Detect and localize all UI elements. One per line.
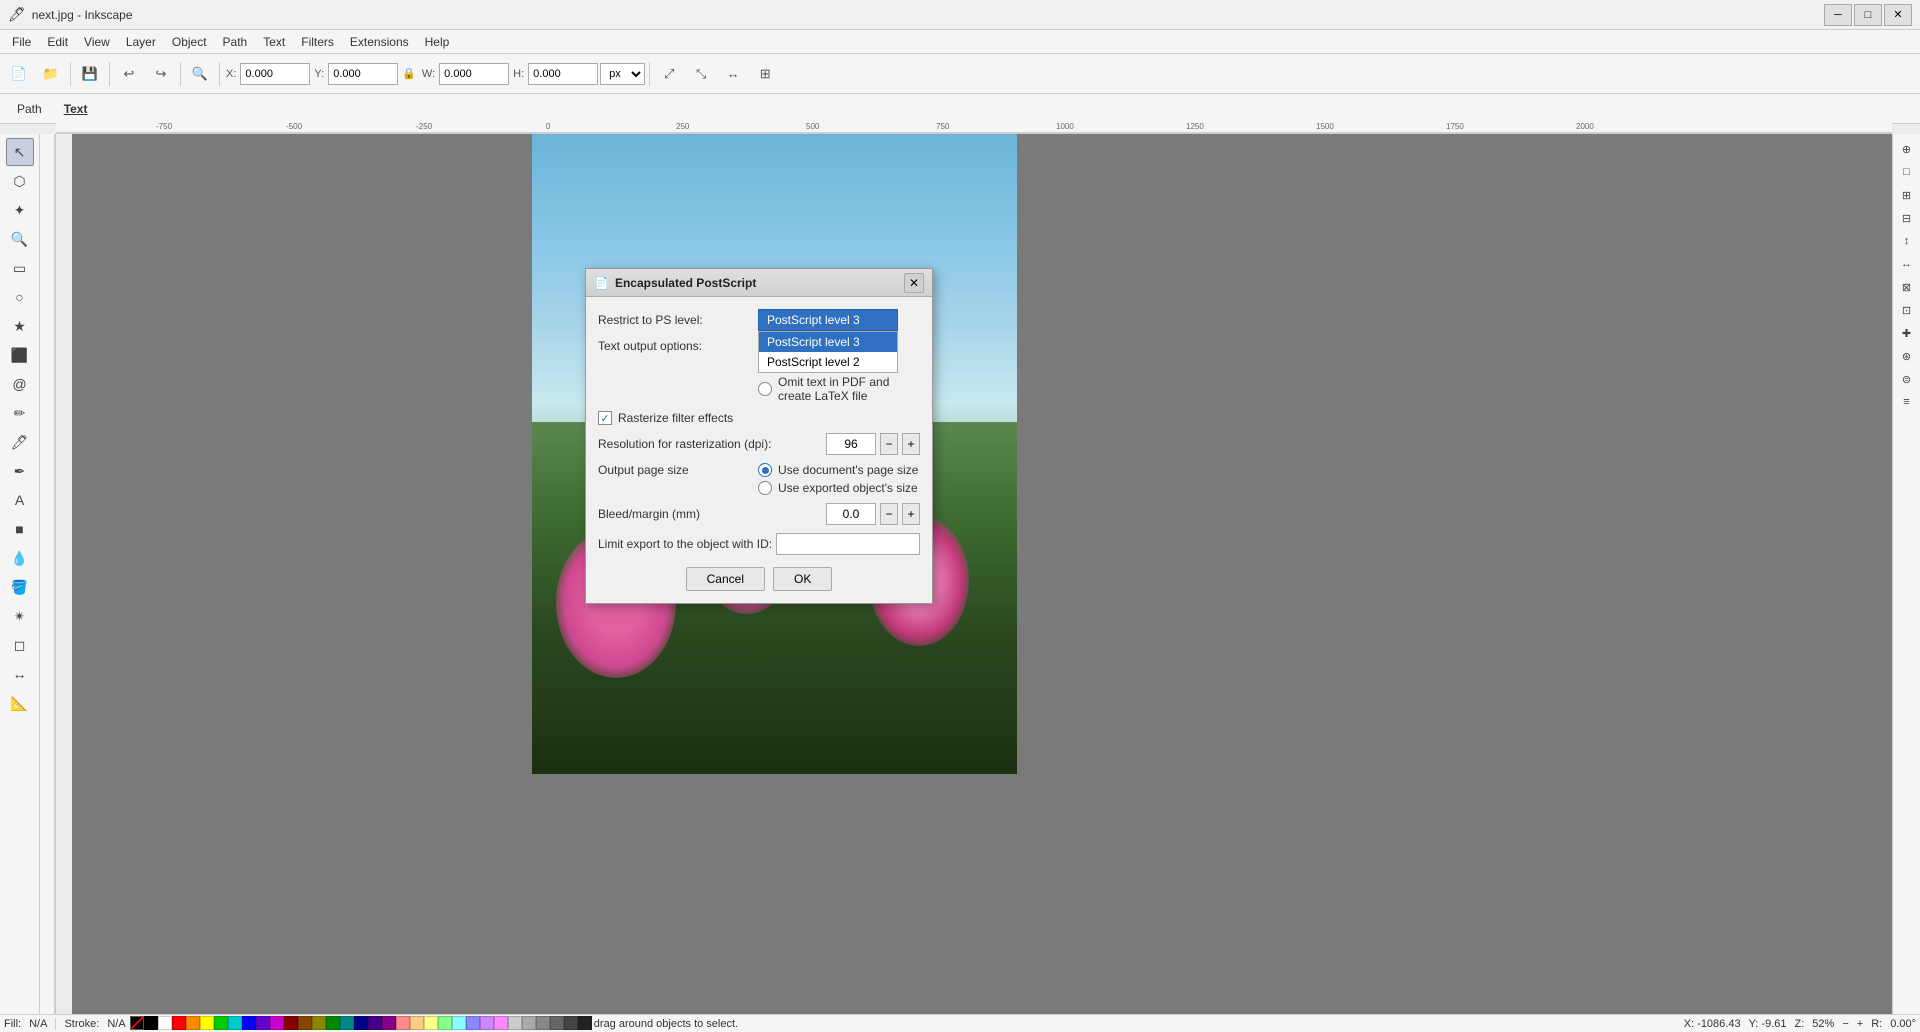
dialog-titlebar: 📄 Encapsulated PostScript ✕ [586, 269, 932, 297]
cancel-button[interactable]: Cancel [686, 567, 765, 591]
rasterize-row: Rasterize filter effects [598, 411, 920, 425]
dialog-close-btn[interactable]: ✕ [904, 273, 924, 293]
ps-option-2[interactable]: PostScript level 2 [759, 352, 897, 372]
limit-export-row: Limit export to the object with ID: [598, 533, 920, 555]
bleed-row: Bleed/margin (mm) − + [598, 503, 920, 525]
resolution-decrease[interactable]: − [880, 433, 898, 455]
limit-export-label: Limit export to the object with ID: [598, 537, 772, 551]
ps-level-selected[interactable]: PostScript level 3 [758, 309, 898, 331]
resolution-label: Resolution for rasterization (dpi): [598, 437, 826, 451]
rasterize-label: Rasterize filter effects [618, 411, 733, 425]
limit-export-input[interactable] [776, 533, 920, 555]
exported-obj-row: Use exported object's size [758, 481, 918, 495]
bleed-spinner: − + [826, 503, 920, 525]
doc-page-row: Use document's page size [758, 463, 918, 477]
resolution-input[interactable] [826, 433, 876, 455]
doc-page-radio[interactable] [758, 463, 772, 477]
omit-text-radio[interactable] [758, 382, 772, 396]
dialog-title-container: 📄 Encapsulated PostScript [594, 276, 756, 290]
bleed-label: Bleed/margin (mm) [598, 507, 826, 521]
dialog-title-text: Encapsulated PostScript [615, 276, 756, 290]
bleed-increase[interactable]: + [902, 503, 920, 525]
resolution-spinner: − + [826, 433, 920, 455]
exported-obj-radio[interactable] [758, 481, 772, 495]
resolution-row: Resolution for rasterization (dpi): − + [598, 433, 920, 455]
omit-text-row: Omit text in PDF and create LaTeX file [758, 375, 920, 403]
output-page-radio-group: Use document's page size Use exported ob… [758, 463, 918, 495]
ps-level-row: Restrict to PS level: PostScript level 3… [598, 309, 920, 331]
dialog-body: Restrict to PS level: PostScript level 3… [586, 297, 932, 603]
dialog-buttons: Cancel OK [598, 567, 920, 591]
ps-level-dropdown[interactable]: PostScript level 3 PostScript level 3 Po… [758, 309, 898, 331]
ps-level-menu: PostScript level 3 PostScript level 2 [758, 331, 898, 373]
ps-level-label: Restrict to PS level: [598, 313, 758, 327]
ok-button[interactable]: OK [773, 567, 832, 591]
omit-text-label: Omit text in PDF and create LaTeX file [778, 375, 920, 403]
dialog-overlay: 📄 Encapsulated PostScript ✕ Restrict to … [0, 0, 1920, 1032]
exported-obj-label: Use exported object's size [778, 481, 918, 495]
resolution-increase[interactable]: + [902, 433, 920, 455]
bleed-input[interactable] [826, 503, 876, 525]
text-output-label: Text output options: [598, 339, 758, 353]
rasterize-checkbox[interactable] [598, 411, 612, 425]
output-page-row: Output page size Use document's page siz… [598, 463, 920, 495]
eps-dialog: 📄 Encapsulated PostScript ✕ Restrict to … [585, 268, 933, 604]
dialog-icon: 📄 [594, 276, 609, 290]
ps-option-3[interactable]: PostScript level 3 [759, 332, 897, 352]
doc-page-label: Use document's page size [778, 463, 918, 477]
bleed-decrease[interactable]: − [880, 503, 898, 525]
output-page-label: Output page size [598, 463, 758, 477]
